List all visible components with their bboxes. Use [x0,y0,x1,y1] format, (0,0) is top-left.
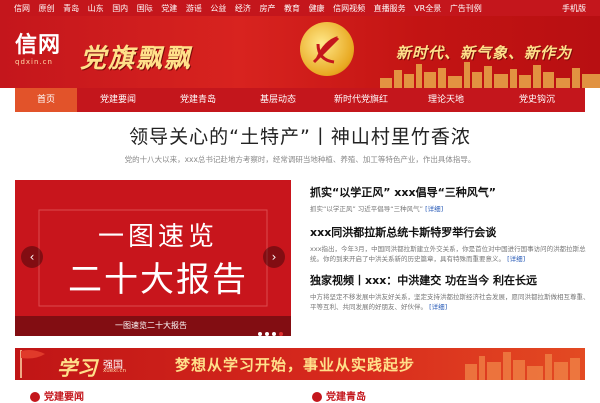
news-item: 抓实“以学正风” xxx倡导“三种风气” 抓实“以学正风” 习近平倡导“三种风气… [310,184,590,214]
image-carousel[interactable]: 一图速览 二十大报告 ‹ › 一图速览二十大报告 [15,180,291,336]
carousel-headline-1: 一图速览 [97,222,218,251]
nav-item-history[interactable]: 党史钩沉 [489,88,585,112]
section-heading-party-qingdao[interactable]: 党建青岛 [312,388,366,403]
top-link-dangjian[interactable]: 党建 [161,3,177,14]
top-link-gongyi[interactable]: 公益 [210,3,226,14]
top-link-jiankang[interactable]: 健康 [309,3,325,14]
party-emblem-small-icon [30,392,40,402]
carousel-dot[interactable] [265,332,269,336]
top-link-fangchan[interactable]: 房产 [259,3,275,14]
news-title[interactable]: 抓实“以学正风” xxx倡导“三种风气” [310,184,590,200]
channel-title: 党旗飘飘 [80,44,193,73]
nav-item-theory[interactable]: 理论天地 [405,88,487,112]
logo-text: 信网 [15,32,62,57]
xuexi-logo-text: 学习 [57,358,97,380]
nav-item-home[interactable]: 首页 [15,88,77,112]
carousel-headline-2: 二十大报告 [68,262,248,299]
ad-skyline-decor [465,352,580,380]
top-right: 手机版 [556,3,586,14]
party-emblem-icon [300,22,354,76]
top-bar: 信网 原创 青岛 山东 国内 国际 党建 游谣 公益 经济 房产 教育 健康 信… [0,0,600,16]
top-link-live[interactable]: 直播服务 [374,3,406,14]
nav-item-party-qingdao[interactable]: 党建青岛 [159,88,237,112]
top-link-vr[interactable]: VR全景 [414,3,441,14]
carousel-prev-icon[interactable]: ‹ [21,246,43,268]
party-emblem-small-icon [312,392,322,402]
top-link-video[interactable]: 信网视频 [333,3,365,14]
news-desc: xxx指出，今年3月，中国同洪都拉斯建立外交关系，你是首位对中国进行国事访问的洪… [310,244,590,264]
top-link-shandong[interactable]: 山东 [88,3,104,14]
top-link-jiaoyu[interactable]: 教育 [284,3,300,14]
carousel-dot[interactable] [272,332,276,336]
top-link-youyao[interactable]: 游谣 [186,3,202,14]
carousel-caption[interactable]: 一图速览二十大报告 [115,316,187,336]
flag-decor-icon [20,350,45,378]
headline-subtitle: 党的十八大以来，xxx总书记赴地方考察时，经常调研当地种植、养殖、加工等特色产业… [124,155,476,164]
news-desc: 抓实“以学正风” 习近平倡导“三种风气” [详细] [310,204,590,214]
section-heading-text: 党建青岛 [326,392,366,403]
xuexi-domain: xuexi.cn [103,368,127,374]
city-skyline-icon [380,62,600,88]
ad-slogan: 梦想从学习开始，事业从实践起步 [175,356,416,374]
carousel-dots [255,324,283,336]
news-more-link[interactable]: [详细] [429,303,447,311]
site-logo[interactable]: 信网 qdxin.cn [15,32,62,67]
logo-domain: qdxin.cn [15,58,53,66]
top-link-ads[interactable]: 广告刊例 [450,3,482,14]
main-nav: 首页 党建要闻 党建青岛 基层动态 新时代党旗红 理论天地 党史钩沉 [15,88,585,112]
section-heading-text: 党建要闻 [44,392,84,403]
nav-item-grassroots[interactable]: 基层动态 [239,88,317,112]
nav-item-party-news[interactable]: 党建要闻 [79,88,157,112]
news-item: 独家视频丨xxx：中洪建交 功在当今 利在长远 中方将坚定不移发展中洪友好关系，… [310,272,590,312]
top-link-guoji[interactable]: 国际 [137,3,153,14]
news-more-link[interactable]: [详细] [507,255,525,263]
news-desc-text: xxx指出，今年3月，中国同洪都拉斯建立外交关系，你是首位对中国进行国事访问的洪… [310,245,586,263]
bottom-sections: 党建要闻 党建青岛 [0,388,600,403]
news-desc-text: 中方将坚定不移发展中洪友好关系，坚定支持洪都拉斯经济社会发展，愿同洪都拉斯做相互… [310,293,590,311]
carousel-caption-bar: 一图速览二十大报告 [15,316,291,336]
top-link-jingji[interactable]: 经济 [235,3,251,14]
news-title[interactable]: xxx同洪都拉斯总统卡斯特罗举行会谈 [310,224,590,240]
top-link-qingdao[interactable]: 青岛 [63,3,79,14]
top-links: 信网 原创 青岛 山东 国内 国际 党建 游谣 公益 经济 房产 教育 健康 信… [14,3,488,14]
carousel-dot-active[interactable] [279,332,283,336]
news-title[interactable]: 独家视频丨xxx：中洪建交 功在当今 利在长远 [310,272,590,288]
top-link-guonei[interactable]: 国内 [112,3,128,14]
nav-item-new-era[interactable]: 新时代党旗红 [319,88,403,112]
news-desc-text: 抓实“以学正风” 习近平倡导“三种风气” [310,205,424,213]
top-link-yuanchuang[interactable]: 原创 [39,3,55,14]
news-more-link[interactable]: [详细] [425,205,443,213]
news-desc: 中方将坚定不移发展中洪友好关系，坚定支持洪都拉斯经济社会发展，愿同洪都拉斯做相互… [310,292,590,312]
section-heading-party-news[interactable]: 党建要闻 [30,388,84,403]
top-link-xinwang[interactable]: 信网 [14,3,30,14]
headline-title[interactable]: 领导关心的“土特产”丨神山村里竹香浓 [0,122,600,149]
carousel-dot[interactable] [258,332,262,336]
header-banner: 信网 qdxin.cn 党旗飘飘 新时代、新气象、新作为 [0,16,600,88]
xuexi-ad-banner[interactable]: 学习 强国 xuexi.cn 梦想从学习开始，事业从实践起步 [15,348,585,380]
news-item: xxx同洪都拉斯总统卡斯特罗举行会谈 xxx指出，今年3月，中国同洪都拉斯建立外… [310,224,590,264]
mobile-version-link[interactable]: 手机版 [562,3,586,14]
carousel-next-icon[interactable]: › [263,246,285,268]
